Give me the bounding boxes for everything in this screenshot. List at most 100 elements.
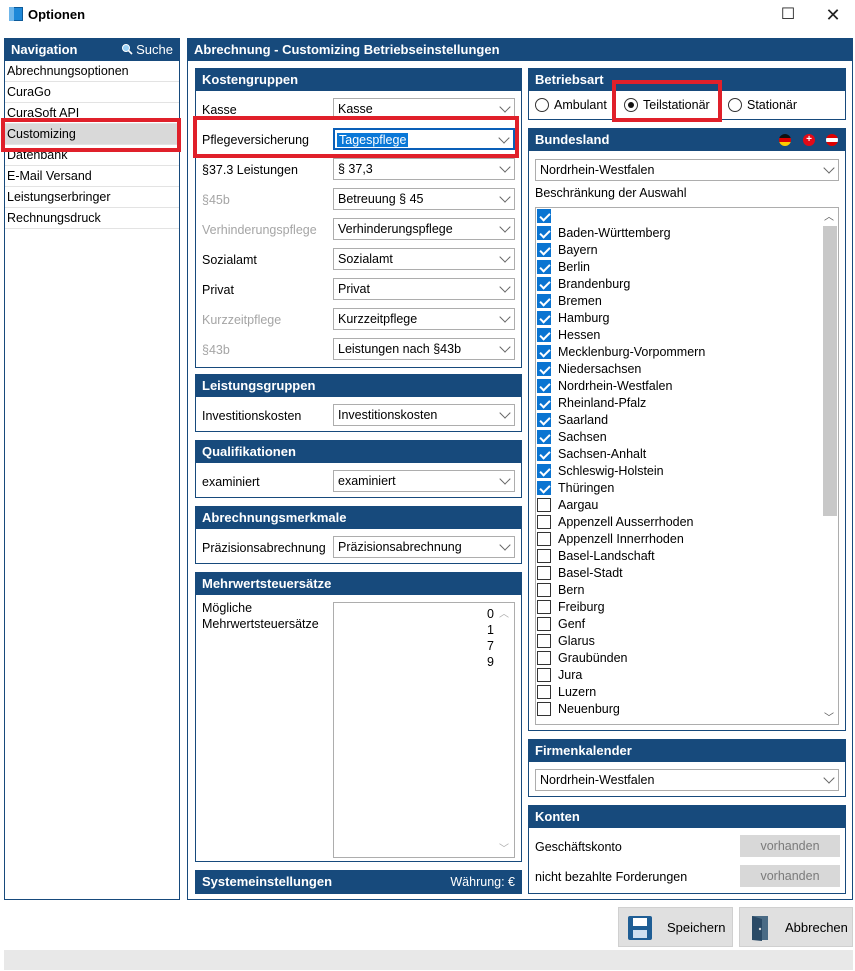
sozialamt-select[interactable]: Sozialamt [333, 248, 515, 270]
scroll-down-icon[interactable]: ﹀ [499, 840, 509, 855]
checkbox[interactable] [537, 651, 551, 665]
checklist-item[interactable]: Mecklenburg-Vorpommern [536, 344, 822, 361]
nav-item-customizing[interactable]: Customizing [5, 124, 179, 145]
checklist-item[interactable]: Hessen [536, 327, 822, 344]
radio-circle[interactable] [535, 98, 549, 112]
maximize-button[interactable]: ☐ [765, 0, 811, 30]
nav-item-abrechnungsoptionen[interactable]: Abrechnungsoptionen [5, 61, 179, 82]
examiniert-select[interactable]: examiniert [333, 470, 515, 492]
scrollbar-thumb[interactable] [823, 226, 837, 516]
checklist-item[interactable]: Sachsen [536, 429, 822, 446]
checkbox[interactable] [537, 396, 551, 410]
checkbox[interactable] [537, 600, 551, 614]
checklist-item[interactable]: Basel-Landschaft [536, 548, 822, 565]
kurzzeitpflege-select[interactable]: Kurzzeitpflege [333, 308, 515, 330]
scroll-down-icon[interactable]: ﹀ [824, 709, 834, 724]
bundesland-checklist[interactable]: Baden-Württemberg Bayern Berlin Brandenburg… [535, 207, 839, 725]
forderungen-button[interactable]: vorhanden [740, 865, 840, 887]
checklist-item[interactable]: Appenzell Ausserrhoden [536, 514, 822, 531]
nav-search-button[interactable]: Suche [121, 39, 173, 61]
checkbox[interactable] [537, 379, 551, 393]
checklist-item[interactable]: Rheinland-Pfalz [536, 395, 822, 412]
save-button[interactable]: Speichern [618, 907, 733, 947]
radio-circle[interactable] [624, 98, 638, 112]
radio-circle[interactable] [728, 98, 742, 112]
nav-item-rechnungsdruck[interactable]: Rechnungsdruck [5, 208, 179, 229]
checkbox[interactable] [537, 311, 551, 325]
nav-item-curago[interactable]: CuraGo [5, 82, 179, 103]
nav-item-email-versand[interactable]: E-Mail Versand [5, 166, 179, 187]
checkbox[interactable] [537, 566, 551, 580]
checkbox[interactable] [537, 464, 551, 478]
checklist-item[interactable]: Bayern [536, 242, 822, 259]
checkbox[interactable] [537, 532, 551, 546]
checkbox[interactable] [537, 617, 551, 631]
geschaeftskonto-button[interactable]: vorhanden [740, 835, 840, 857]
leistungen-373-select[interactable]: § 37,3 [333, 158, 515, 180]
checkbox[interactable] [537, 294, 551, 308]
checkbox[interactable] [537, 362, 551, 376]
checkbox[interactable] [537, 277, 551, 291]
checkbox[interactable] [537, 549, 551, 563]
bundesland-select[interactable]: Nordrhein-Westfalen [535, 159, 839, 181]
checklist-item[interactable]: Graubünden [536, 650, 822, 667]
checkbox[interactable] [537, 345, 551, 359]
checklist-item[interactable]: Sachsen-Anhalt [536, 446, 822, 463]
checklist-item[interactable]: Neuenburg [536, 701, 822, 718]
checkbox[interactable] [537, 634, 551, 648]
checklist-item[interactable]: Berlin [536, 259, 822, 276]
checklist-item[interactable]: Appenzell Innerrhoden [536, 531, 822, 548]
firmenkalender-select[interactable]: Nordrhein-Westfalen [535, 769, 839, 791]
checkbox[interactable] [537, 209, 551, 223]
checkbox[interactable] [537, 515, 551, 529]
scroll-up-icon[interactable]: ︿ [499, 605, 509, 620]
mwst-value[interactable]: 0 [487, 606, 494, 622]
mwst-value[interactable]: 9 [487, 654, 494, 670]
kasse-select[interactable]: Kasse [333, 98, 515, 120]
checkbox[interactable] [537, 243, 551, 257]
germany-flag-icon[interactable] [779, 134, 791, 146]
praezisionsabrechnung-select[interactable]: Präzisionsabrechnung [333, 536, 515, 558]
checklist-item[interactable]: Bern [536, 582, 822, 599]
nav-item-leistungserbringer[interactable]: Leistungserbringer [5, 187, 179, 208]
pflegeversicherung-select[interactable]: Tagespflege [333, 128, 515, 150]
verhinderungspflege-select[interactable]: Verhinderungspflege [333, 218, 515, 240]
checklist-item[interactable]: Nordrhein-Westfalen [536, 378, 822, 395]
checkbox[interactable] [537, 260, 551, 274]
mwst-list[interactable]: 0 1 7 9 ︿ ﹀ [333, 602, 515, 858]
checklist-item[interactable]: Niedersachsen [536, 361, 822, 378]
checkbox[interactable] [537, 583, 551, 597]
checklist-item[interactable]: Luzern [536, 684, 822, 701]
checklist-item[interactable]: Basel-Stadt [536, 565, 822, 582]
checklist-item[interactable]: Hamburg [536, 310, 822, 327]
checklist-item[interactable]: Genf [536, 616, 822, 633]
privat-select[interactable]: Privat [333, 278, 515, 300]
checkbox[interactable] [537, 481, 551, 495]
systemeinstellungen-group[interactable]: Systemeinstellungen Währung: € [195, 870, 522, 894]
investitionskosten-select[interactable]: Investitionskosten [333, 404, 515, 426]
mwst-value[interactable]: 1 [487, 622, 494, 638]
switzerland-flag-icon[interactable]: + [803, 134, 815, 146]
checklist-item[interactable]: Thüringen [536, 480, 822, 497]
checklist-item[interactable]: Aargau [536, 497, 822, 514]
mwst-value[interactable]: 7 [487, 638, 494, 654]
checkbox[interactable] [537, 413, 551, 427]
checklist-item[interactable]: Baden-Württemberg [536, 225, 822, 242]
scroll-up-icon[interactable]: ︿ [824, 208, 834, 223]
checkbox[interactable] [537, 498, 551, 512]
checkbox[interactable] [537, 447, 551, 461]
checklist-item[interactable]: Glarus [536, 633, 822, 650]
checkbox[interactable] [537, 328, 551, 342]
checklist-item[interactable]: Bremen [536, 293, 822, 310]
checklist-item[interactable] [536, 208, 822, 225]
austria-flag-icon[interactable] [826, 134, 838, 146]
paragraph-43b-select[interactable]: Leistungen nach §43b [333, 338, 515, 360]
nav-item-curasoft-api[interactable]: CuraSoft API [5, 103, 179, 124]
checkbox[interactable] [537, 668, 551, 682]
checklist-item[interactable]: Freiburg [536, 599, 822, 616]
checkbox[interactable] [537, 685, 551, 699]
checklist-item[interactable]: Saarland [536, 412, 822, 429]
checkbox[interactable] [537, 430, 551, 444]
cancel-button[interactable]: Abbrechen [739, 907, 853, 947]
nav-item-datenbank[interactable]: Datenbank [5, 145, 179, 166]
